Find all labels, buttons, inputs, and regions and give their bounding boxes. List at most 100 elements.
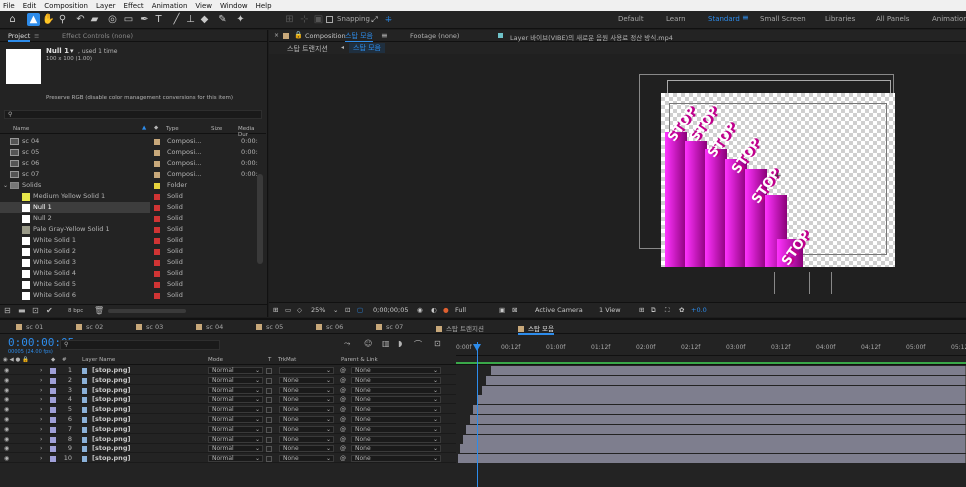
expand-arrow-icon[interactable]: › (40, 395, 42, 404)
project-item-row[interactable]: White Solid 3 Solid (0, 257, 266, 268)
project-item-row[interactable]: ⌄ Solids Folder (0, 180, 266, 191)
roto-brush-icon[interactable]: ✎ (216, 13, 229, 26)
layer-row[interactable]: ◉ › 9 [stop.png] Normal ⌄ None ⌄ @ None ⌄ (0, 444, 456, 454)
blend-mode-dropdown[interactable]: Normal ⌄ (208, 416, 263, 423)
view-layout-dropdown[interactable]: 1 View (599, 306, 621, 314)
project-item-row[interactable]: White Solid 6 Solid (0, 290, 266, 301)
draft-3d-icon[interactable]: ⤳ (344, 339, 350, 349)
col-layer-name[interactable]: Layer Name (82, 357, 115, 363)
layer-duration-bar[interactable] (481, 385, 966, 395)
eye-icon[interactable]: ◉ (4, 395, 9, 404)
eraser-tool-icon[interactable]: ◆ (198, 13, 211, 26)
label-color-swatch[interactable] (154, 193, 160, 200)
pick-whip-icon[interactable]: @ (340, 415, 346, 424)
layer-duration-bar[interactable] (460, 444, 966, 454)
layer-duration-bar[interactable] (457, 454, 966, 464)
fast-preview-icon[interactable]: ⧉ (651, 306, 656, 315)
workspace-animation[interactable]: Animation (932, 15, 966, 23)
comp-canvas[interactable]: STOP STOP STOP STOP STOP STOP + (269, 54, 966, 302)
eye-icon[interactable]: ◉ (4, 454, 9, 463)
preserve-transparency-checkbox[interactable] (266, 446, 272, 453)
project-scrollbar[interactable] (257, 174, 263, 264)
preserve-transparency-checkbox[interactable] (266, 368, 272, 374)
pick-whip-icon[interactable]: @ (340, 376, 346, 385)
layer-label-swatch[interactable] (50, 397, 56, 404)
pen-tool-icon[interactable]: ✒ (138, 13, 151, 26)
tab-layer[interactable]: Layer 바이브(VIBE)의 새로운 음원 사용료 정산 방식.mp4 (510, 32, 673, 42)
selection-tool-icon[interactable]: ▲ (27, 13, 40, 26)
blend-mode-dropdown[interactable]: Normal ⌄ (208, 435, 263, 443)
label-color-swatch[interactable] (154, 226, 160, 233)
layer-name[interactable]: [stop.png] (92, 395, 130, 404)
layer-row[interactable]: ◉ › 3 [stop.png] Normal ⌄ None ⌄ @ None ⌄ (0, 386, 456, 395)
pan-behind-tool-icon[interactable]: ◎ (106, 13, 119, 26)
timeline-tab[interactable]: sc 04 (196, 323, 223, 331)
fit-frame-icon[interactable]: ⊡ (345, 306, 350, 314)
blend-mode-dropdown[interactable]: Normal ⌄ (208, 386, 263, 394)
menu-file[interactable]: File (3, 2, 15, 10)
project-item-row[interactable]: sc 06 Composi... 0:00: (0, 158, 266, 169)
project-settings-icon[interactable]: ✔ (46, 306, 53, 315)
axis-world-icon[interactable]: ⊹ (298, 13, 311, 26)
label-color-swatch[interactable] (154, 182, 160, 189)
eye-icon[interactable]: ◉ (4, 425, 9, 434)
blend-mode-dropdown[interactable]: Normal ⌄ (208, 367, 263, 374)
trash-icon[interactable]: 🗑 (94, 306, 104, 315)
layer-name[interactable]: [stop.png] (92, 435, 130, 444)
project-search-input[interactable]: ⚲ (4, 110, 262, 119)
snap-grid-icon[interactable]: ⁜ (382, 13, 395, 26)
project-item-row[interactable]: White Solid 2 Solid (0, 246, 266, 257)
timeline-tab[interactable]: sc 05 (256, 323, 283, 331)
timeline-tab[interactable]: sc 06 (316, 323, 343, 331)
preserve-transparency-checkbox[interactable] (266, 397, 272, 404)
trkmat-dropdown[interactable]: None ⌄ (279, 455, 334, 463)
label-color-swatch[interactable] (154, 149, 160, 156)
nav-comp-active[interactable]: 스탑 모음 (349, 43, 385, 53)
layer-label-swatch[interactable] (50, 407, 56, 414)
trkmat-dropdown[interactable]: None ⌄ (279, 435, 334, 443)
preserve-transparency-checkbox[interactable] (266, 387, 272, 394)
layer-duration-bar[interactable] (491, 366, 966, 375)
col-trkmat[interactable]: TrkMat (278, 357, 296, 363)
project-item-row[interactable]: Pale Gray-Yellow Solid 1 Solid (0, 224, 266, 235)
project-item-row[interactable]: Medium Yellow Solid 1 Solid (0, 191, 266, 202)
monitor-icon[interactable]: ▭ (285, 306, 291, 314)
trkmat-dropdown[interactable]: ⌄ (279, 367, 334, 374)
blend-mode-dropdown[interactable]: Normal ⌄ (208, 455, 263, 463)
exposure-value[interactable]: +0.0 (691, 306, 707, 314)
expand-arrow-icon[interactable]: › (40, 425, 42, 434)
project-item-row[interactable]: White Solid 5 Solid (0, 279, 266, 290)
reset-exposure-icon[interactable]: ✿ (679, 306, 684, 314)
3d-view-icon[interactable]: ⊠ (512, 306, 517, 314)
label-color-swatch[interactable] (154, 138, 160, 145)
layer-row[interactable]: ◉ › 10 [stop.png] Normal ⌄ None ⌄ @ None ⌄ (0, 454, 456, 464)
parent-dropdown[interactable]: None ⌄ (351, 416, 441, 423)
nav-comp-transition[interactable]: 스탑 트랜지션 (287, 44, 328, 54)
label-tag-icon[interactable]: ◆ (154, 125, 158, 131)
item-dropdown-icon[interactable]: ▾ (70, 47, 74, 55)
brush-tool-icon[interactable]: ╱ (170, 13, 183, 26)
parent-dropdown[interactable]: None ⌄ (351, 445, 441, 453)
timeline-tab[interactable]: 스탑 모음 (518, 323, 554, 335)
layer-row[interactable]: ◉ › 7 [stop.png] Normal ⌄ None ⌄ @ None ⌄ (0, 425, 456, 434)
clone-stamp-icon[interactable]: ⊥ (184, 13, 197, 26)
axis-local-icon[interactable]: ⊞ (283, 13, 296, 26)
layer-name[interactable]: [stop.png] (92, 366, 130, 375)
pick-whip-icon[interactable]: @ (340, 395, 346, 404)
eye-icon[interactable]: ◉ (4, 386, 9, 395)
label-color-swatch[interactable] (154, 281, 160, 288)
camera-dropdown[interactable]: Active Camera (535, 306, 583, 314)
workspace-learn[interactable]: Learn (666, 15, 686, 23)
layer-name[interactable]: [stop.png] (92, 376, 130, 385)
frame-blending-icon[interactable]: ▥ (382, 339, 390, 348)
layer-label-swatch[interactable] (50, 446, 56, 453)
project-item-row[interactable]: White Solid 1 Solid (0, 235, 266, 246)
preserve-transparency-checkbox[interactable] (266, 407, 272, 414)
blend-mode-dropdown[interactable]: Normal ⌄ (208, 406, 263, 414)
blend-mode-dropdown[interactable]: Normal ⌄ (208, 425, 263, 433)
expand-arrow-icon[interactable]: › (40, 405, 42, 414)
parent-dropdown[interactable]: None ⌄ (351, 376, 441, 384)
layer-name[interactable]: [stop.png] (92, 444, 130, 453)
tab-project[interactable]: Project (8, 32, 31, 42)
eye-icon[interactable]: ◉ (4, 415, 9, 424)
